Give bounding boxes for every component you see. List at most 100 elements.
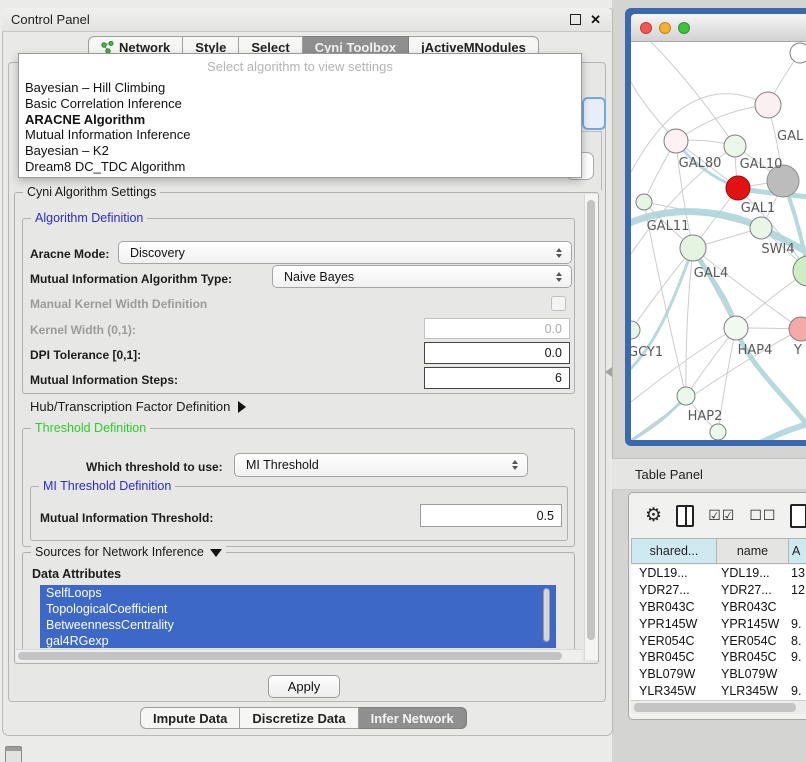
list-item[interactable]: BetweennessCentrality: [40, 617, 556, 633]
cell[interactable]: YDR27...: [631, 583, 717, 597]
node-salmon[interactable]: [789, 317, 806, 341]
network-canvas[interactable]: GAL80 GAL10 GAL1 GAL11 GAL4 SWI4 GAL HAP…: [631, 42, 806, 440]
floating-panel-icon[interactable]: [5, 746, 22, 762]
settings-hscrollbar-thumb[interactable]: [18, 652, 562, 660]
cell[interactable]: YBL079W: [631, 667, 717, 681]
node-hap4[interactable]: [724, 316, 748, 340]
mi-type-combo[interactable]: Naive Bayes: [272, 265, 572, 288]
sources-group-label: Sources for Network Inference: [35, 545, 204, 559]
tab-impute-data[interactable]: Impute Data: [140, 707, 240, 729]
sources-group-title[interactable]: Sources for Network Inference: [31, 545, 226, 559]
list-item[interactable]: TopologicalCoefficient: [40, 601, 556, 617]
table-row[interactable]: YPR145W YPR145W 9.: [631, 615, 806, 632]
column-header-shared-name[interactable]: shared...: [631, 538, 717, 564]
table-row[interactable]: YER054C YER054C 8.: [631, 632, 806, 649]
algorithm-option-aracne[interactable]: ARACNE Algorithm: [25, 112, 575, 128]
cell[interactable]: YBR043C: [631, 600, 717, 614]
table-row[interactable]: YDL19... YDL19... 13: [631, 565, 806, 582]
cell[interactable]: YPR145W: [631, 617, 717, 631]
unselect-all-columns-icon[interactable]: ☐☐: [749, 507, 776, 524]
gear-icon[interactable]: ⚙: [645, 506, 662, 525]
node-swi4[interactable]: [750, 217, 772, 239]
node-gal2[interactable]: [755, 92, 781, 118]
cell[interactable]: YBR043C: [717, 600, 789, 614]
hub-section-header[interactable]: Hub/Transcription Factor Definition: [30, 399, 246, 414]
restore-window-icon[interactable]: [570, 14, 581, 25]
apply-button[interactable]: Apply: [268, 675, 340, 698]
algorithm-option[interactable]: Mutual Information Inference: [25, 127, 575, 143]
close-traffic-light-icon[interactable]: [640, 22, 652, 34]
list-item[interactable]: SelfLoops: [40, 585, 556, 601]
column-header-name[interactable]: name: [717, 538, 789, 564]
tab-infer-network[interactable]: Infer Network: [359, 707, 467, 729]
table-hscrollbar-thumb[interactable]: [634, 703, 796, 712]
cell[interactable]: YBR045C: [631, 650, 717, 664]
table-row[interactable]: YBR043C YBR043C: [631, 599, 806, 616]
algorithm-option[interactable]: Dream8 DC_TDC Algorithm: [25, 159, 575, 175]
list-item[interactable]: gal4RGexp: [40, 633, 556, 648]
dpi-tolerance-value: 0.0: [545, 346, 562, 360]
mi-type-label: Mutual Information Algorithm Type:: [30, 272, 232, 286]
mi-type-value: Naive Bayes: [284, 270, 354, 284]
table-hscrollbar[interactable]: [631, 700, 806, 714]
mi-threshold-field[interactable]: 0.5: [420, 504, 562, 527]
panel-divider-grip-icon[interactable]: [605, 367, 612, 377]
attr-list-scrollbar[interactable]: [542, 587, 551, 646]
node-hap2[interactable]: [677, 387, 695, 405]
node-partial-right[interactable]: [793, 256, 806, 286]
mi-steps-field[interactable]: 6: [424, 367, 570, 389]
cell[interactable]: YER054C: [717, 634, 789, 648]
node-gal4[interactable]: [680, 235, 706, 261]
cell[interactable]: 12: [789, 583, 806, 597]
node-gal11[interactable]: [636, 194, 652, 210]
settings-scrollbar-thumb[interactable]: [587, 200, 595, 640]
close-icon[interactable]: ✕: [590, 13, 601, 26]
algorithm-option[interactable]: Bayesian – K2: [25, 143, 575, 159]
algorithm-option[interactable]: Bayesian – Hill Climbing: [25, 80, 575, 96]
mi-threshold-label: Mutual Information Threshold:: [40, 511, 213, 525]
cell[interactable]: YLR345W: [631, 684, 717, 698]
cell[interactable]: 9.: [789, 617, 806, 631]
attr-list-scrollbar-thumb[interactable]: [543, 588, 550, 642]
settings-scrollbar[interactable]: [584, 194, 598, 660]
table-row[interactable]: YBR045C YBR045C 9.: [631, 649, 806, 666]
node-partial-bottom[interactable]: [710, 424, 726, 440]
network-view-titlebar[interactable]: [631, 14, 806, 42]
mi-threshold-group-title: MI Threshold Definition: [39, 479, 175, 493]
columns-icon[interactable]: [676, 505, 694, 527]
node-partial-top[interactable]: [790, 43, 806, 63]
table-row[interactable]: YDR27... YDR27... 12: [631, 582, 806, 599]
node-gal80[interactable]: [664, 129, 688, 153]
cell[interactable]: YDL19...: [631, 566, 717, 580]
cell[interactable]: 13: [789, 566, 806, 580]
select-all-columns-icon[interactable]: ☑☑: [708, 507, 735, 524]
export-table-icon[interactable]: [790, 504, 806, 528]
cell[interactable]: YBL079W: [717, 667, 789, 681]
cell[interactable]: 9.: [789, 650, 806, 664]
cell[interactable]: YBR045C: [717, 650, 789, 664]
cell[interactable]: YLR345W: [717, 684, 789, 698]
cell[interactable]: YPR145W: [717, 617, 789, 631]
node-gcy1[interactable]: [631, 321, 640, 339]
tab-discretize-data[interactable]: Discretize Data: [240, 707, 358, 729]
column-header-partial[interactable]: A: [789, 538, 806, 564]
node-gal10[interactable]: [724, 135, 746, 157]
which-threshold-combo[interactable]: MI Threshold: [234, 453, 528, 477]
minimize-traffic-light-icon[interactable]: [659, 22, 671, 34]
cell[interactable]: YER054C: [631, 634, 717, 648]
algorithm-definition-title: Algorithm Definition: [31, 211, 147, 225]
algorithm-select-placeholder: Select algorithm to view settings: [19, 59, 581, 74]
table-row[interactable]: YBL079W YBL079W: [631, 666, 806, 683]
cell[interactable]: YDR27...: [717, 583, 789, 597]
table-row[interactable]: YLR345W YLR345W 9.: [631, 683, 806, 700]
cell[interactable]: YDL19...: [717, 566, 789, 580]
node-red-gal1[interactable]: [726, 176, 750, 200]
table-panel-title: Table Panel: [612, 467, 703, 482]
zoom-traffic-light-icon[interactable]: [678, 22, 690, 34]
algorithm-option[interactable]: Basic Correlation Inference: [25, 96, 575, 112]
settings-hscrollbar[interactable]: [16, 649, 582, 662]
dpi-tolerance-field[interactable]: 0.0: [424, 342, 570, 364]
aracne-mode-combo[interactable]: Discovery: [118, 241, 572, 264]
cell[interactable]: 9.: [789, 684, 806, 698]
cell[interactable]: 8.: [789, 634, 806, 648]
